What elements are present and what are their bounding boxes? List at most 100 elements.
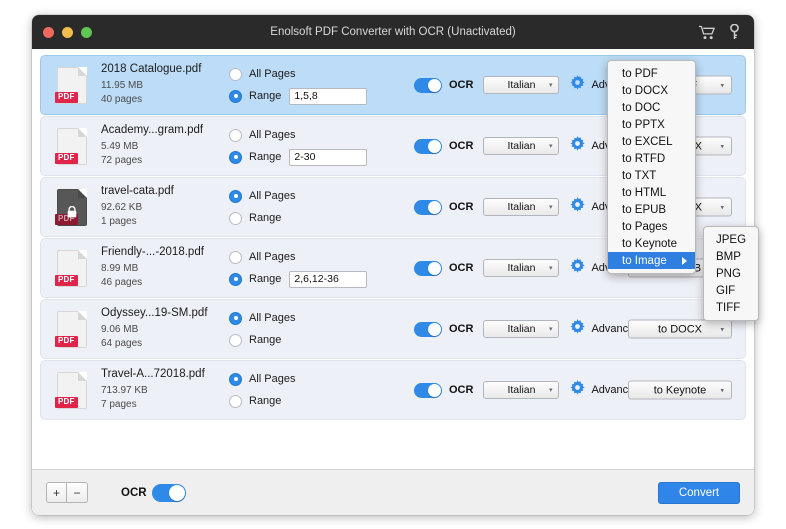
all-pages-radio[interactable] [229, 189, 242, 203]
ocr-toggle[interactable] [414, 199, 442, 215]
pdf-file-icon: PDF [55, 371, 87, 409]
submenu-item-png[interactable]: PNG [704, 265, 758, 282]
file-row[interactable]: PDF Odyssey...19-SM.pdf 9.06 MB 64 pages… [40, 299, 746, 359]
global-ocr-toggle[interactable] [151, 483, 186, 502]
ocr-toggle[interactable] [414, 382, 442, 398]
range-radio[interactable] [229, 89, 242, 103]
menu-item-to-txt[interactable]: to TXT [608, 167, 695, 184]
range-input[interactable]: 2,6,12-36 [289, 270, 368, 288]
range-option[interactable]: Range 2-30 [229, 146, 414, 168]
submenu-item-tiff[interactable]: TIFF [704, 299, 758, 316]
gear-icon[interactable] [570, 258, 586, 278]
range-option[interactable]: Range 1,5,8 [229, 85, 414, 107]
menu-item-to-excel[interactable]: to EXCEL [608, 133, 695, 150]
menu-item-to-pdf[interactable]: to PDF [608, 65, 695, 82]
gear-icon[interactable] [570, 197, 586, 217]
all-pages-option[interactable]: All Pages [229, 124, 414, 146]
ocr-toggle-group[interactable]: OCR [414, 199, 473, 215]
all-pages-radio[interactable] [229, 128, 242, 142]
ocr-toggle[interactable] [414, 260, 442, 276]
menu-item-to-rtfd[interactable]: to RTFD [608, 150, 695, 167]
range-input[interactable]: 2-30 [289, 148, 368, 166]
chevron-down-icon: ▾ [548, 387, 553, 394]
menu-item-to-pptx[interactable]: to PPTX [608, 116, 695, 133]
submenu-item-jpeg[interactable]: JPEG [704, 231, 758, 248]
all-pages-option[interactable]: All Pages [229, 63, 414, 85]
gear-icon[interactable] [570, 136, 586, 156]
range-radio[interactable] [229, 333, 242, 347]
all-pages-option[interactable]: All Pages [229, 185, 414, 207]
range-radio[interactable] [229, 150, 242, 164]
menu-item-to-doc[interactable]: to DOC [608, 99, 695, 116]
all-pages-radio[interactable] [229, 311, 242, 325]
submenu-item-gif[interactable]: GIF [704, 282, 758, 299]
gear-icon[interactable] [570, 380, 586, 400]
maximize-button[interactable] [81, 26, 92, 38]
chevron-down-icon: ▾ [548, 204, 553, 211]
file-meta: 2018 Catalogue.pdf 11.95 MB 40 pages [101, 63, 221, 108]
submenu-item-bmp[interactable]: BMP [704, 248, 758, 265]
pdf-file-icon: PDF [55, 66, 87, 104]
pdf-file-locked-icon: PDF [55, 188, 87, 226]
ocr-language-select[interactable]: Italian ▾ [483, 137, 560, 155]
ocr-toggle-group[interactable]: OCR [414, 138, 473, 154]
all-pages-radio[interactable] [229, 250, 242, 264]
all-pages-option[interactable]: All Pages [229, 368, 414, 390]
ocr-toggle-group[interactable]: OCR [414, 382, 473, 398]
minimize-button[interactable] [62, 26, 73, 38]
pdf-badge-label: PDF [55, 91, 78, 103]
range-option[interactable]: Range [229, 207, 414, 229]
chevron-down-icon: ▾ [720, 143, 724, 150]
range-radio[interactable] [229, 211, 242, 225]
ocr-language-select[interactable]: Italian ▾ [483, 76, 560, 94]
ocr-language-select[interactable]: Italian ▾ [483, 320, 560, 338]
page-range-selector: All Pages Range [229, 185, 414, 229]
gear-icon[interactable] [570, 319, 586, 339]
range-radio[interactable] [229, 272, 242, 286]
ocr-toggle-group[interactable]: OCR [414, 321, 474, 337]
range-option[interactable]: Range [229, 329, 414, 351]
remove-file-button[interactable]: − [67, 482, 88, 503]
close-button[interactable] [43, 26, 54, 38]
ocr-label: OCR [449, 323, 474, 335]
output-format-select[interactable]: to DOCX ▾ [628, 319, 732, 339]
menu-item-to-docx[interactable]: to DOCX [608, 82, 695, 99]
menu-item-to-keynote[interactable]: to Keynote [608, 235, 695, 252]
ocr-toggle[interactable] [414, 138, 442, 154]
ocr-label: OCR [449, 79, 474, 91]
menu-item-to-html[interactable]: to HTML [608, 184, 695, 201]
global-ocr-group[interactable]: OCR [121, 483, 186, 502]
range-input[interactable]: 1,5,8 [289, 87, 368, 105]
all-pages-option[interactable]: All Pages [229, 246, 414, 268]
range-option[interactable]: Range 2,6,12-36 [229, 268, 414, 290]
cart-icon[interactable] [699, 25, 716, 40]
ocr-language-select[interactable]: Italian ▾ [483, 381, 560, 399]
ocr-language-select[interactable]: Italian ▾ [483, 259, 560, 277]
all-pages-radio[interactable] [229, 67, 242, 81]
range-label: Range [249, 151, 282, 163]
ocr-toggle[interactable] [414, 77, 442, 93]
convert-button[interactable]: Convert [658, 481, 740, 504]
menu-item-to-pages[interactable]: to Pages [608, 218, 695, 235]
ocr-toggle-group[interactable]: OCR [414, 77, 474, 93]
pdf-badge-label: PDF [55, 396, 78, 408]
page-range-selector: All Pages Range 2,6,12-36 [229, 246, 414, 290]
gear-icon[interactable] [570, 75, 586, 95]
lock-icon [67, 205, 78, 223]
ocr-toggle-group[interactable]: OCR [414, 260, 473, 276]
file-row[interactable]: PDF Travel-A...72018.pdf 713.97 KB 7 pag… [40, 360, 746, 420]
ocr-language-value: Italian [507, 140, 536, 152]
all-pages-option[interactable]: All Pages [229, 307, 414, 329]
all-pages-radio[interactable] [229, 372, 242, 386]
menu-item-to-image[interactable]: to Image [608, 252, 695, 269]
range-option[interactable]: Range [229, 390, 414, 412]
output-format-select[interactable]: to Keynote ▾ [628, 380, 732, 400]
ocr-toggle[interactable] [414, 321, 442, 337]
menu-item-to-image-label: to Image [622, 254, 667, 267]
add-file-button[interactable]: + [46, 482, 67, 503]
ocr-language-select[interactable]: Italian ▾ [483, 198, 560, 216]
key-icon[interactable] [729, 24, 740, 40]
page-range-selector: All Pages Range [229, 368, 414, 412]
range-radio[interactable] [229, 394, 242, 408]
menu-item-to-epub[interactable]: to EPUB [608, 201, 695, 218]
